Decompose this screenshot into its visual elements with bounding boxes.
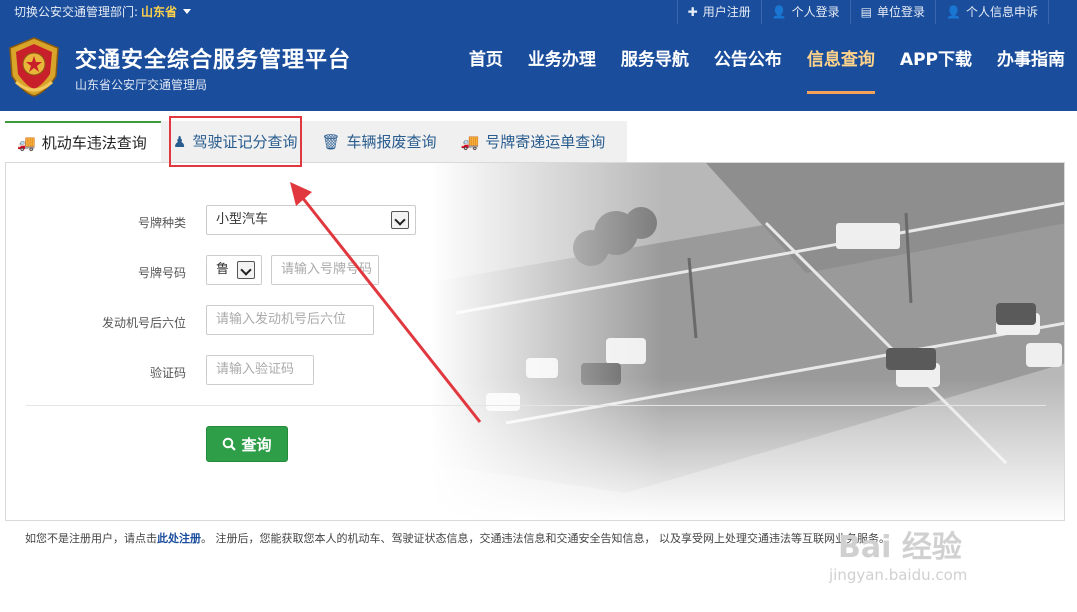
query-button[interactable]: 查询 [206,426,288,462]
building-icon: ▤ [860,5,873,19]
register-label: 用户注册 [702,5,751,19]
chevron-down-icon [237,261,255,279]
top-links: ✚ 用户注册 👤 个人登录 ▤ 单位登录 👤 个人信息申诉 [676,0,1049,24]
register-link[interactable]: ✚ 用户注册 [676,0,761,24]
site-subtitle: 山东省公安厅交通管理局 [75,78,208,92]
police-emblem-icon [9,37,59,97]
highlight-box [169,116,302,167]
site-header: 交通安全综合服务管理平台 山东省公安厅交通管理局 首页 业务办理 服务导航 公告… [0,24,1077,111]
trash-icon: 🗑 [321,132,341,151]
caret-down-icon [183,9,192,14]
plate-number-input[interactable]: 请输入号牌号码 [271,255,379,285]
query-tabs: 🚚 机动车违法查询 ♟ 驾驶证记分查询 🗑 车辆报废查询 🚚 号牌寄递运单查询 [5,121,627,162]
dept-label: 切换公安交通管理部门: [14,5,139,19]
query-panel: 号牌种类 小型汽车 号牌号码 鲁 请输入号牌号码 发动机号后六位 请输入发动机号… [5,162,1065,521]
note-prefix: 如您不是注册用户，请点击 [25,532,157,545]
user-icon: 👤 [946,5,961,19]
baidu-watermark: Bai 经验 [838,530,962,565]
search-icon [223,437,237,451]
main-nav: 首页 业务办理 服务导航 公告公布 信息查询 APP下载 办事指南 [444,48,1065,94]
chevron-down-icon [391,211,409,229]
nav-service-guide[interactable]: 服务导航 [621,48,689,94]
personal-login-label: 个人登录 [791,5,840,19]
top-bar: 切换公安交通管理部门: 山东省 ✚ 用户注册 👤 个人登录 ▤ 单位登录 👤 个人信息申诉 [0,0,1077,24]
nav-guide[interactable]: 办事指南 [997,48,1065,94]
tab-label: 机动车违法查询 [41,134,147,152]
plate-type-select[interactable]: 小型汽车 [206,205,416,235]
appeal-label: 个人信息申诉 [965,5,1038,19]
active-tab-pointer [75,155,89,162]
plate-type-label: 号牌种类 [137,216,186,230]
user-icon: 👤 [771,5,787,19]
register-here-link[interactable]: 此处注册 [157,532,201,545]
appeal-link[interactable]: 👤 个人信息申诉 [935,0,1049,24]
engine-label: 发动机号后六位 [101,316,186,330]
plate-prefix-select[interactable]: 鲁 [206,255,262,285]
plate-no-label: 号牌号码 [137,266,186,280]
unit-login-link[interactable]: ▤ 单位登录 [849,0,935,24]
engine-number-input[interactable]: 请输入发动机号后六位 [206,305,374,335]
truck-icon: 🚚 [17,133,36,152]
captcha-input[interactable]: 请输入验证码 [206,355,314,385]
truck-icon: 🚚 [460,132,480,151]
dept-value: 山东省 [141,5,178,19]
nav-home[interactable]: 首页 [469,48,503,94]
tab-plate-delivery[interactable]: 🚚 号牌寄递运单查询 [449,121,618,162]
query-button-label: 查询 [241,435,272,454]
nav-business[interactable]: 业务办理 [528,48,596,94]
plus-icon: ✚ [687,5,698,19]
note-suffix: 。 注册后，您能获取您本人的机动车、驾驶证状态信息，交通违法信息和交通安全告知信… [201,532,890,545]
dept-switcher[interactable]: 切换公安交通管理部门: 山东省 [14,4,192,20]
captcha-label: 验证码 [149,366,186,380]
unit-login-label: 单位登录 [877,5,926,19]
site-title: 交通安全综合服务管理平台 [75,48,352,73]
tab-label: 号牌寄递运单查询 [485,133,606,151]
tab-vehicle-scrap[interactable]: 🗑 车辆报废查询 [309,121,448,162]
baidu-watermark-url: jingyan.baidu.com [829,566,968,584]
tab-label: 车辆报废查询 [346,133,437,151]
form-divider [26,405,1046,406]
nav-announcements[interactable]: 公告公布 [714,48,782,94]
nav-info-query[interactable]: 信息查询 [806,48,875,94]
plate-prefix-value: 鲁 [216,262,230,277]
registration-note: 如您不是注册用户，请点击此处注册。 注册后，您能获取您本人的机动车、驾驶证状态信… [25,530,890,546]
personal-login-link[interactable]: 👤 个人登录 [760,0,850,24]
nav-app-download[interactable]: APP下载 [900,48,972,94]
plate-type-value: 小型汽车 [216,212,269,227]
